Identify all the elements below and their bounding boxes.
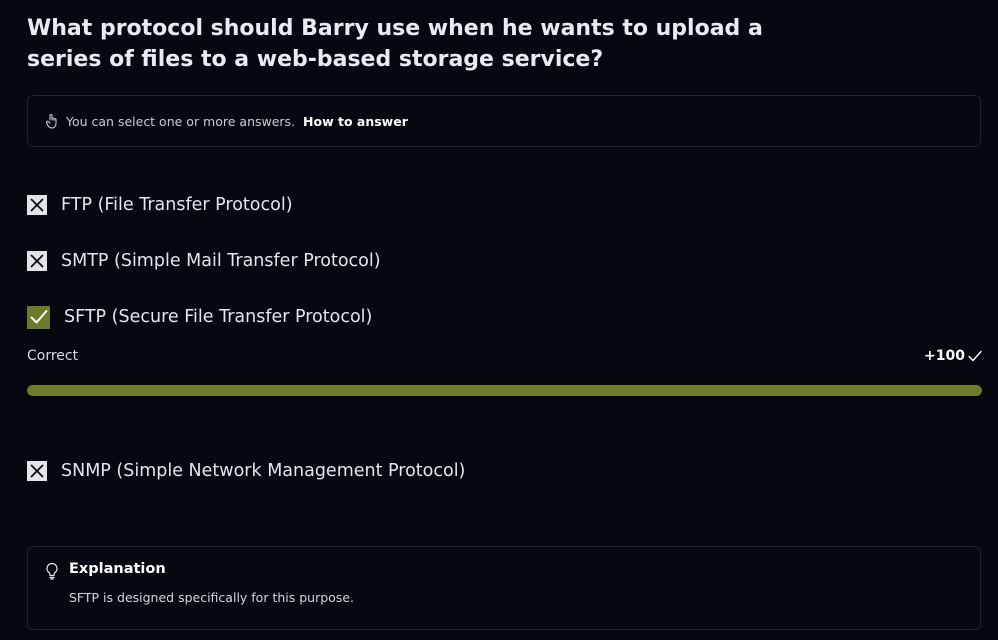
answer-option-smtp[interactable]: SMTP (Simple Mail Transfer Protocol) <box>27 249 381 273</box>
answer-checkbox[interactable] <box>27 305 50 329</box>
result-label: Correct <box>27 348 79 364</box>
x-icon <box>30 464 44 478</box>
answer-option-snmp[interactable]: SNMP (Simple Network Management Protocol… <box>27 459 465 483</box>
x-icon <box>30 254 44 268</box>
check-icon <box>30 310 47 324</box>
result-progress-bar <box>27 385 982 396</box>
answer-label: SFTP (Secure File Transfer Protocol) <box>64 307 373 327</box>
hint-text: You can select one or more answers. <box>66 113 296 129</box>
check-icon <box>968 350 982 362</box>
question-title: What protocol should Barry use when he w… <box>27 16 763 72</box>
answer-option-ftp[interactable]: FTP (File Transfer Protocol) <box>27 193 293 217</box>
answer-label: FTP (File Transfer Protocol) <box>61 195 293 215</box>
explanation-title: Explanation <box>69 561 166 577</box>
score-badge: +100 <box>924 348 982 364</box>
answer-label: SNMP (Simple Network Management Protocol… <box>61 461 466 481</box>
answer-checkbox[interactable] <box>27 461 47 481</box>
answer-label: SMTP (Simple Mail Transfer Protocol) <box>61 251 381 271</box>
hint-box: You can select one or more answers. How … <box>27 95 981 147</box>
x-icon <box>30 198 44 212</box>
explanation-box: Explanation SFTP is designed specificall… <box>27 546 981 630</box>
progress-fill <box>27 385 982 396</box>
result-row: Correct +100 <box>27 348 982 364</box>
answer-checkbox[interactable] <box>27 251 47 271</box>
answer-checkbox[interactable] <box>27 195 47 215</box>
explanation-text: SFTP is designed specifically for this p… <box>69 590 354 605</box>
answer-option-sftp[interactable]: SFTP (Secure File Transfer Protocol) <box>27 305 372 329</box>
score-value: +100 <box>924 348 965 364</box>
lightbulb-icon <box>46 562 58 580</box>
pointer-hand-icon <box>46 113 57 129</box>
how-to-answer-link[interactable]: How to answer <box>303 114 408 129</box>
